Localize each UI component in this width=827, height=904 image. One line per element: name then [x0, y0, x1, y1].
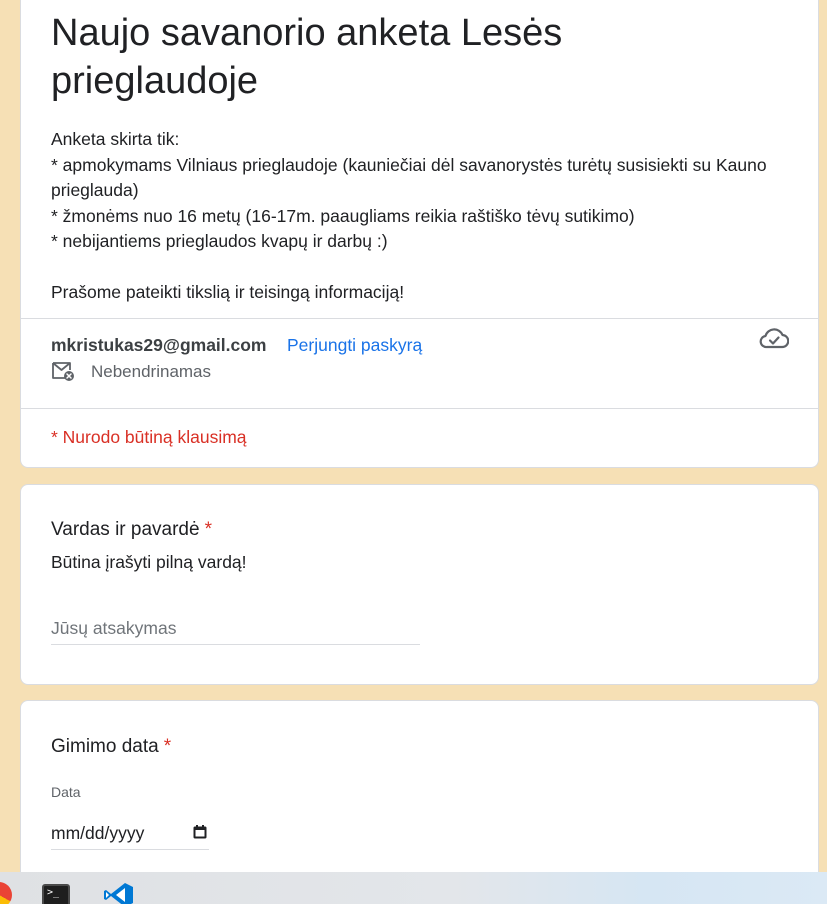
question-title: Gimimo data * [51, 736, 171, 758]
question-card-birthdate: Gimimo data * Data mm/dd/yyyy [20, 700, 819, 900]
question-title-text: Gimimo data [51, 736, 159, 757]
calendar-icon[interactable] [193, 825, 207, 839]
not-shared-label: Nebendrinamas [91, 362, 212, 381]
form-title: Naujo savanorio anketa Lesės prieglaudoj… [51, 12, 563, 102]
cloud-check-icon[interactable] [759, 325, 789, 351]
form-description: Anketa skirta tik: * apmokymams Vilniaus… [51, 129, 767, 302]
header-divider [21, 318, 818, 319]
date-label: Data [51, 784, 81, 800]
required-star: * [163, 736, 172, 757]
terminal-icon[interactable]: >_ [42, 884, 70, 904]
form-header-card: Naujo savanorio anketa Lesės prieglaudoj… [20, 0, 819, 468]
taskbar: >_ [0, 872, 827, 904]
required-note: * Nurodo būtiną klausimą [51, 427, 247, 447]
question-title-text: Vardas ir pavardė [51, 519, 200, 540]
terminal-prompt: >_ [47, 887, 60, 898]
question-description: Būtina įrašyti pilną vardą! [51, 552, 247, 572]
header-divider-2 [21, 408, 818, 409]
date-format-placeholder: mm/dd/yyyy [51, 823, 145, 843]
name-answer-input[interactable] [51, 613, 420, 645]
vscode-icon[interactable] [103, 882, 135, 904]
question-card-name: Vardas ir pavardė * Būtina įrašyti pilną … [20, 484, 819, 685]
browser-icon[interactable] [0, 882, 12, 904]
switch-account-link[interactable]: Perjungti paskyrą [287, 335, 422, 356]
mail-off-icon [52, 362, 74, 381]
account-email: mkristukas29@gmail.com [51, 335, 267, 355]
required-star: * [204, 519, 212, 540]
birthdate-input[interactable]: mm/dd/yyyy [51, 817, 209, 850]
question-title: Vardas ir pavardė * [51, 519, 212, 541]
